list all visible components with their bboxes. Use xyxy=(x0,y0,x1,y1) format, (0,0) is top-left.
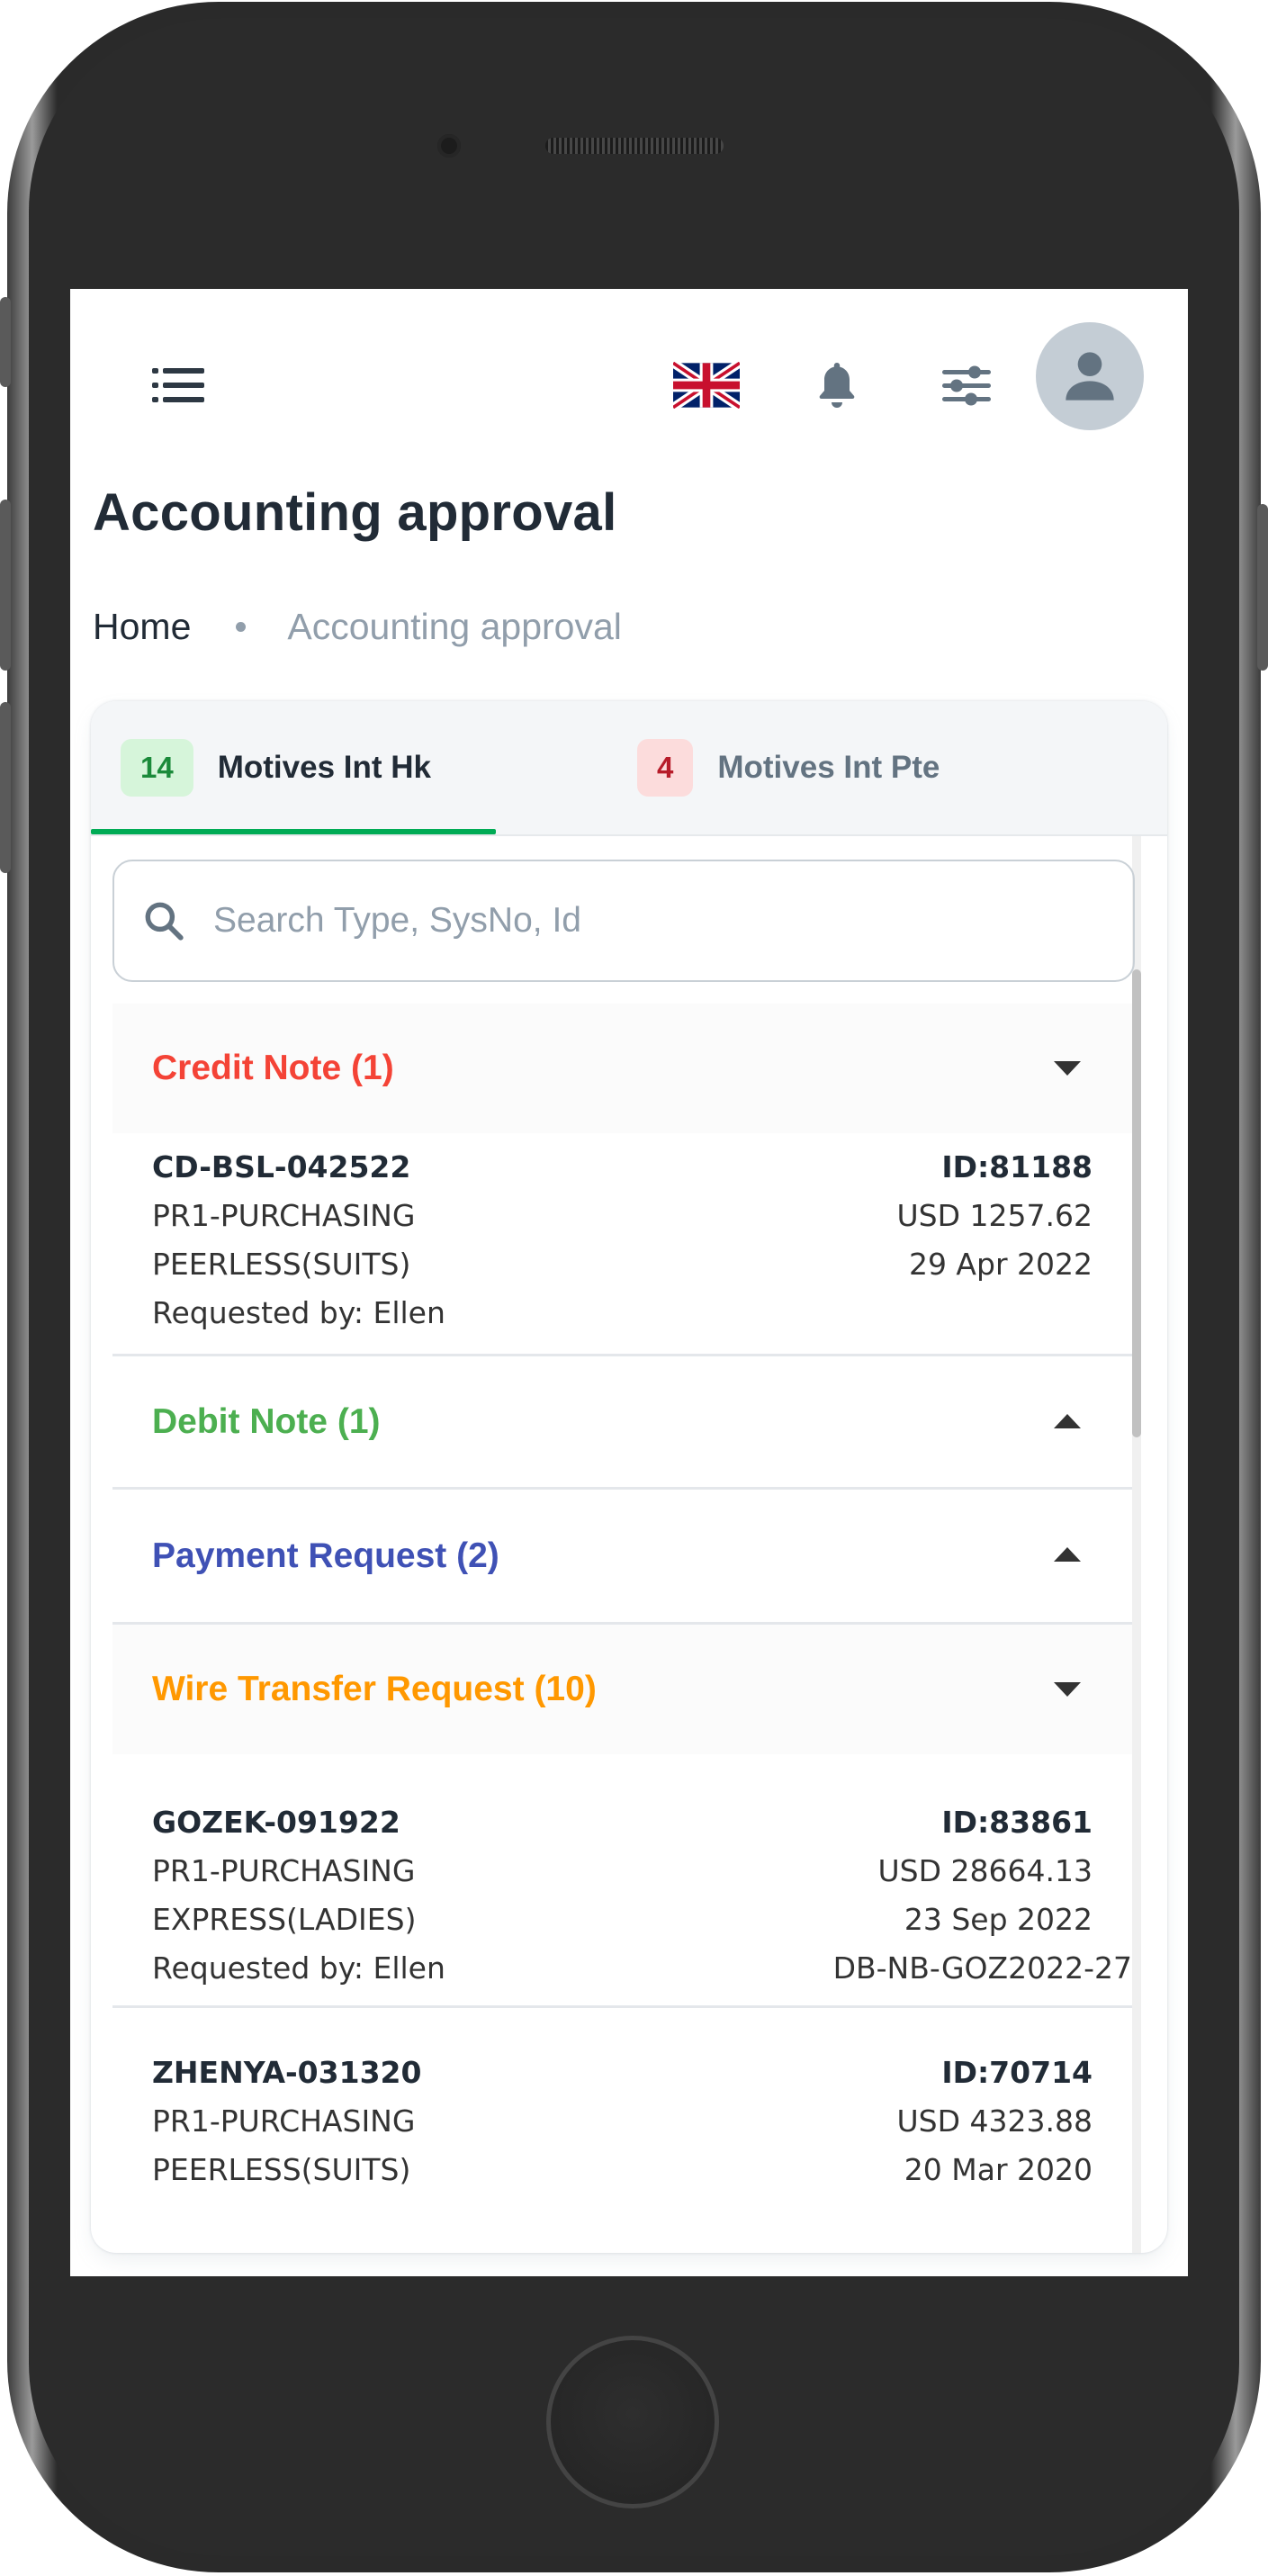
group-header-debit-note[interactable]: Debit Note (1) xyxy=(112,1356,1132,1487)
top-app-bar xyxy=(70,289,1188,460)
expand-toggle-icon[interactable] xyxy=(1054,1414,1081,1428)
tab-motives-int-hk[interactable]: 14 Motives Int Hk xyxy=(121,701,431,834)
active-tab-indicator xyxy=(91,829,496,834)
search-input[interactable] xyxy=(211,900,1115,941)
page-title: Accounting approval xyxy=(93,483,617,542)
user-icon xyxy=(1066,352,1114,401)
item-ref: ZHENYA-031320 xyxy=(152,2054,422,2090)
app-screen: Accounting approval Home Accounting appr… xyxy=(70,289,1188,2276)
expand-toggle-icon[interactable] xyxy=(1054,1682,1081,1697)
tab-motives-int-pte[interactable]: 4 Motives Int Pte xyxy=(637,701,940,834)
breadcrumb-home-link[interactable]: Home xyxy=(93,606,191,648)
language-button[interactable] xyxy=(661,340,751,430)
mute-switch xyxy=(0,297,11,387)
company-tabs: 14 Motives Int Hk 4 Motives Int Pte xyxy=(91,701,1167,836)
power-button xyxy=(1257,504,1268,671)
group-title: Payment Request (2) xyxy=(152,1536,499,1575)
hamburger-menu-icon xyxy=(152,368,204,402)
uk-flag-icon xyxy=(673,362,740,409)
item-id: ID:81188 xyxy=(941,1148,1093,1184)
item-dept: PR1-PURCHASING xyxy=(152,1852,416,1888)
tab-label: Motives Int Pte xyxy=(717,750,940,785)
user-avatar-button[interactable] xyxy=(1036,322,1144,430)
group-header-credit-note[interactable]: Credit Note (1) xyxy=(112,1004,1132,1133)
search-icon xyxy=(145,902,184,941)
item-dept: PR1-PURCHASING xyxy=(152,2103,416,2139)
earpiece-speaker xyxy=(545,138,724,154)
list-item[interactable]: GOZEK-091922 ID:83861 PR1-PURCHASING USD… xyxy=(112,1797,1132,1992)
filter-button[interactable] xyxy=(922,340,1012,430)
tab-count-badge: 4 xyxy=(637,739,694,797)
list-item[interactable]: CD-BSL-042522 ID:81188 PR1-PURCHASING US… xyxy=(112,1142,1132,1337)
approval-card: 14 Motives Int Hk 4 Motives Int Pte Sear… xyxy=(91,701,1167,2253)
group-title: Credit Note (1) xyxy=(152,1049,394,1087)
item-ref: CD-BSL-042522 xyxy=(152,1148,411,1184)
tab-label: Motives Int Hk xyxy=(217,750,431,785)
divider xyxy=(112,2005,1132,2008)
menu-button[interactable] xyxy=(133,340,223,430)
front-camera xyxy=(437,134,461,158)
bell-icon xyxy=(819,363,855,408)
scrollbar-thumb[interactable] xyxy=(1132,969,1141,1437)
group-title: Debit Note (1) xyxy=(152,1401,381,1441)
breadcrumb-separator xyxy=(236,621,247,632)
item-requester: Requested by: Ellen xyxy=(152,1950,445,1986)
item-vendor: PEERLESS(SUITS) xyxy=(152,2151,411,2187)
item-id: ID:70714 xyxy=(941,2054,1093,2090)
item-amount: USD 1257.62 xyxy=(896,1197,1093,1233)
expand-toggle-icon[interactable] xyxy=(1054,1061,1081,1076)
sliders-icon xyxy=(942,365,991,406)
breadcrumb: Home Accounting approval xyxy=(93,604,622,649)
tab-count-badge: 14 xyxy=(121,739,193,797)
home-button[interactable] xyxy=(546,2336,719,2508)
group-header-wire-transfer-request[interactable]: Wire Transfer Request (10) xyxy=(112,1625,1132,1754)
item-date: 23 Sep 2022 xyxy=(904,1901,1093,1937)
item-vendor: PEERLESS(SUITS) xyxy=(152,1246,411,1282)
item-note: DB-NB-GOZ2022-27 xyxy=(832,1950,1132,1986)
search-field[interactable] xyxy=(112,860,1135,982)
volume-down-button xyxy=(0,702,11,873)
item-id: ID:83861 xyxy=(941,1804,1093,1840)
item-amount: USD 4323.88 xyxy=(896,2103,1093,2139)
list-item[interactable]: ZHENYA-031320 ID:70714 PR1-PURCHASING US… xyxy=(112,2048,1132,2201)
item-dept: PR1-PURCHASING xyxy=(152,1197,416,1233)
expand-toggle-icon[interactable] xyxy=(1054,1547,1081,1562)
group-header-payment-request[interactable]: Payment Request (2) xyxy=(112,1490,1132,1622)
breadcrumb-current: Accounting approval xyxy=(287,605,622,647)
item-date: 29 Apr 2022 xyxy=(908,1246,1093,1282)
item-requester: Requested by: Ellen xyxy=(152,1294,445,1330)
item-ref: GOZEK-091922 xyxy=(152,1804,400,1840)
approval-list: Credit Note (1) CD-BSL-042522 ID:81188 P… xyxy=(91,836,1167,2253)
item-vendor: EXPRESS(LADIES) xyxy=(152,1901,417,1937)
volume-up-button xyxy=(0,500,11,671)
item-date: 20 Mar 2020 xyxy=(904,2151,1093,2187)
group-title: Wire Transfer Request (10) xyxy=(152,1670,597,1708)
item-amount: USD 28664.13 xyxy=(877,1852,1093,1888)
notifications-button[interactable] xyxy=(792,340,882,430)
